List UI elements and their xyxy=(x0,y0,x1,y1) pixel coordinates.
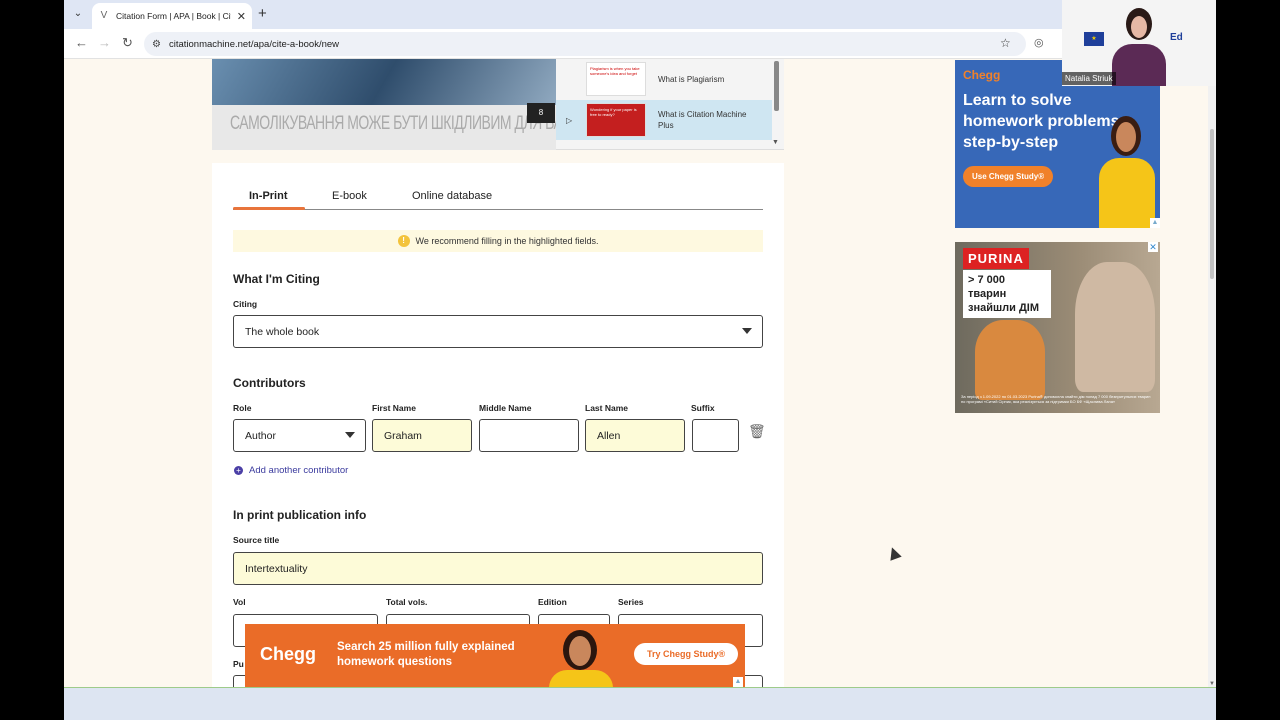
back-icon[interactable]: ← xyxy=(75,36,88,50)
url-field[interactable]: ⚙ citationmachine.net/apa/cite-a-book/ne… xyxy=(144,32,1026,56)
role-select[interactable]: Author xyxy=(233,419,366,452)
trash-icon[interactable]: 🗑 xyxy=(748,423,766,440)
warning-icon: ! xyxy=(397,235,410,247)
last-name-field[interactable]: Allen xyxy=(585,419,685,452)
video-frame xyxy=(212,59,556,105)
try-chegg-study-button[interactable]: Try Chegg Study® xyxy=(634,643,739,665)
use-chegg-study-button[interactable]: Use Chegg Study® xyxy=(963,166,1054,187)
suffix-field[interactable] xyxy=(692,419,739,452)
tab-in-print[interactable]: In-Print xyxy=(249,190,288,202)
adchoices-icon[interactable]: ▲ xyxy=(1150,218,1160,228)
chegg-banner-ad[interactable]: Chegg Search 25 million fully explained … xyxy=(245,624,745,687)
ad-man-image xyxy=(1075,262,1155,392)
ad-cat-image xyxy=(975,320,1045,400)
role-label: Role xyxy=(233,403,252,413)
first-name-field[interactable]: Graham xyxy=(372,419,472,452)
vol-label: Vol xyxy=(233,597,246,607)
chevron-down-icon xyxy=(345,432,355,438)
reload-icon[interactable]: ↻ xyxy=(122,36,133,50)
tab-title: Citation Form | APA | Book | Cit xyxy=(116,11,231,21)
publication-info-heading: In print publication info xyxy=(233,508,367,522)
what-citing-heading: What I'm Citing xyxy=(233,272,320,286)
video-caption: САМОЛІКУВАННЯ МОЖЕ БУТИ ШКІДЛИВИМ ДЛЯ ВА… xyxy=(230,111,556,134)
play-icon: ▷ xyxy=(566,115,573,125)
citing-label: Citing xyxy=(233,299,258,309)
ad-fine-print: За період з 1.09.2022 по 01.03.2023 Puri… xyxy=(961,394,1151,404)
scroll-down-icon[interactable]: ▼ xyxy=(772,139,779,146)
site-info-icon[interactable]: ⚙ xyxy=(152,39,161,50)
total-vols-label: Total vols. xyxy=(386,597,428,607)
tab-search-dropdown-icon[interactable]: ⌄ xyxy=(70,6,86,22)
purina-ad[interactable]: PURINA > 7 000 тварин знайшли ДІМ За пер… xyxy=(955,242,1160,413)
video-player[interactable]: САМОЛІКУВАННЯ МОЖЕ БУТИ ШКІДЛИВИМ ДЛЯ ВА… xyxy=(212,59,556,150)
chegg-logo: Chegg xyxy=(260,644,316,664)
video-badge: 8 xyxy=(527,103,555,123)
page-scrollbar[interactable]: ▲ ▼ xyxy=(1208,59,1216,687)
notice-text: We recommend filling in the highlighted … xyxy=(415,236,599,246)
playlist-thumbnail: Wondering if your paper is free to ready… xyxy=(586,103,646,137)
add-contributor-button[interactable]: + Add another contributor xyxy=(234,465,348,476)
chegg-logo: Chegg xyxy=(963,68,1001,82)
last-name-label: Last Name xyxy=(585,403,628,413)
playlist-scrollbar[interactable] xyxy=(774,61,779,111)
taskbar xyxy=(64,687,1216,720)
source-type-tabs: In-Print E-book Online database xyxy=(233,185,763,210)
playlist-item-title: What is Citation Machine Plus xyxy=(658,110,747,130)
add-contributor-label: Add another contributor xyxy=(249,465,349,476)
edition-label: Edition xyxy=(538,597,567,607)
series-label: Series xyxy=(618,597,644,607)
video-playlist: Plagiarism is when you take someone's id… xyxy=(556,59,784,150)
eu-flag-icon: ★ xyxy=(1084,32,1104,46)
close-tab-icon[interactable]: ✕ xyxy=(237,10,246,23)
new-tab-button[interactable]: + xyxy=(258,6,267,22)
favicon-icon: V xyxy=(100,10,108,21)
playlist-item-active[interactable]: ▷ Wondering if your paper is free to rea… xyxy=(556,100,772,140)
web-page: САМОЛІКУВАННЯ МОЖЕ БУТИ ШКІДЛИВИМ ДЛЯ ВА… xyxy=(64,59,1216,687)
source-title-field[interactable]: Intertextuality xyxy=(233,552,763,585)
adchoices-icon[interactable]: ▲ xyxy=(733,677,743,687)
publisher-label: Pu xyxy=(233,659,244,669)
tab-e-book[interactable]: E-book xyxy=(332,190,367,202)
suffix-label: Suffix xyxy=(691,403,715,413)
screen: ⌄ V Citation Form | APA | Book | Cit ✕ +… xyxy=(64,0,1216,720)
browser-tab-bar: ⌄ V Citation Form | APA | Book | Cit ✕ + xyxy=(64,0,1216,29)
contributors-heading: Contributors xyxy=(233,376,306,390)
recommendation-notice: ! We recommend filling in the highlighte… xyxy=(233,230,763,252)
playlist-thumbnail: Plagiarism is when you take someone's id… xyxy=(586,62,646,96)
active-tab-indicator xyxy=(233,207,305,210)
middle-name-label: Middle Name xyxy=(479,403,532,413)
bookmark-star-icon[interactable]: ☆ xyxy=(1000,36,1011,50)
playlist-item[interactable]: Plagiarism is when you take someone's id… xyxy=(556,59,772,99)
scrollbar-thumb[interactable] xyxy=(1210,129,1214,279)
chevron-down-icon xyxy=(742,328,752,334)
ad-claim: > 7 000 тварин знайшли ДІМ xyxy=(963,270,1051,318)
citing-value: The whole book xyxy=(245,325,320,338)
url-text[interactable]: citationmachine.net/apa/cite-a-book/new xyxy=(169,39,339,50)
middle-name-field[interactable] xyxy=(479,419,579,452)
purina-logo: PURINA xyxy=(963,248,1029,269)
mouse-cursor xyxy=(886,545,902,561)
first-name-label: First Name xyxy=(372,403,416,413)
close-ad-icon[interactable]: ✕ xyxy=(1148,242,1158,252)
playlist-item-title: What is Plagiarism xyxy=(658,74,725,84)
banner-person-image xyxy=(543,630,619,687)
forward-icon[interactable]: → xyxy=(98,36,111,50)
presenter-name: Natalia Striuk xyxy=(1062,72,1116,85)
plus-icon: + xyxy=(234,466,243,475)
webcam-overlay: ★ Ed Natalia Striuk xyxy=(1062,0,1216,86)
source-title-label: Source title xyxy=(233,535,280,545)
role-value: Author xyxy=(245,429,276,442)
presenter-video xyxy=(1110,6,1168,86)
partner-logo: Ed xyxy=(1170,32,1183,43)
browser-tab[interactable]: V Citation Form | APA | Book | Cit ✕ xyxy=(92,3,252,29)
citing-select[interactable]: The whole book xyxy=(233,315,763,348)
address-bar-row: ← → ↻ ⚙ citationmachine.net/apa/cite-a-b… xyxy=(64,29,1216,59)
extension-icon[interactable]: ◎ xyxy=(1034,36,1044,49)
tab-online-database[interactable]: Online database xyxy=(412,190,492,202)
banner-text: Search 25 million fully explained homewo… xyxy=(337,641,515,668)
ad-person-image xyxy=(1097,116,1157,228)
